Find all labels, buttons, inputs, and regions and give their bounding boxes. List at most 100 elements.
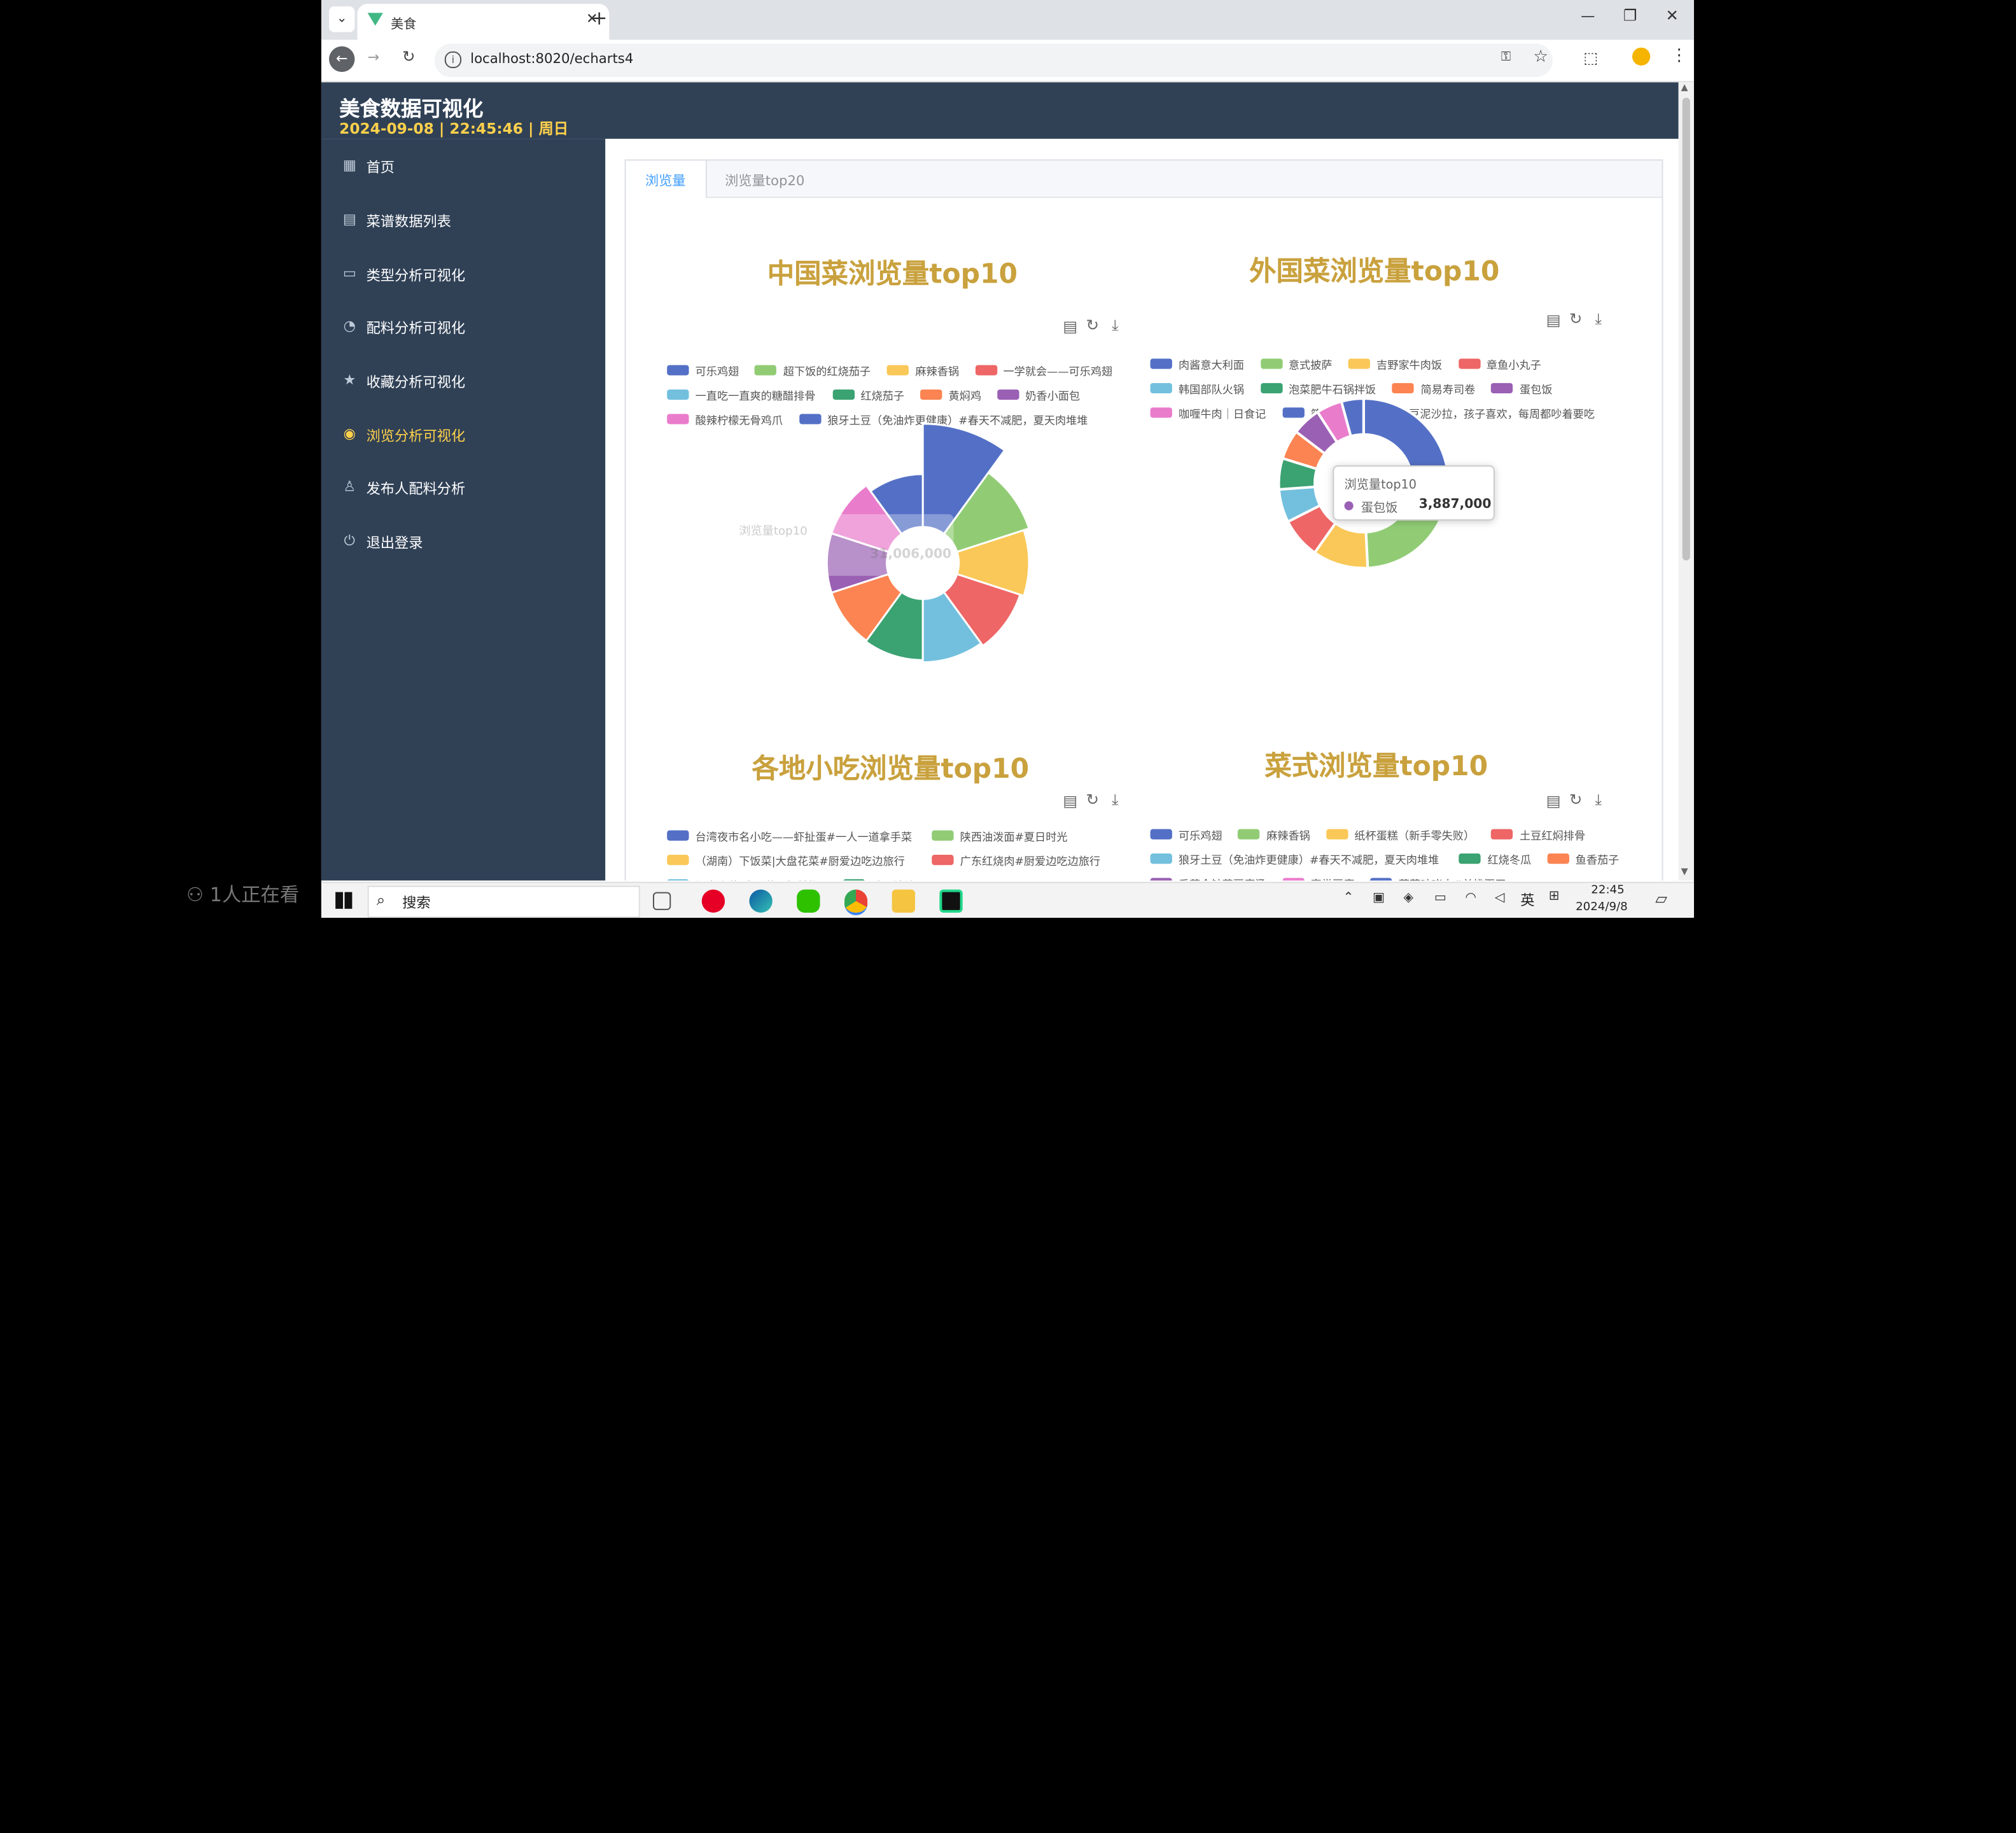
extensions-icon[interactable]: ⬚ (1583, 49, 1598, 67)
scroll-down-arrow[interactable]: ▼ (1681, 866, 1688, 876)
legend-swatch[interactable] (1459, 853, 1481, 864)
legend-label[interactable]: 家常豆腐 (1311, 876, 1355, 880)
tray-battery-icon[interactable]: ▭ (1434, 891, 1446, 905)
sidebar-item-label: 类型分析可视化 (366, 267, 466, 284)
legend-swatch[interactable] (932, 830, 954, 841)
taskbar-date[interactable]: 2024/9/8 (1576, 901, 1628, 914)
tooltip-marker (1344, 501, 1354, 510)
sidebar-item-type-analysis[interactable]: ▭ 类型分析可视化 (321, 249, 605, 302)
chart-tooltip: 浏览量top10 蛋包饭 3,887,000 (1333, 465, 1495, 521)
tooltip-value: 3,887,000 (1418, 497, 1492, 512)
tray-chevron-icon[interactable]: ⌃ (1343, 891, 1354, 905)
sidebar-item-publisher-analysis[interactable]: ♙ 发布人配料分析 (321, 463, 605, 516)
ime-indicator[interactable]: 英 (1520, 890, 1534, 910)
legend-label[interactable]: 土豆红焖排骨 (1520, 828, 1585, 843)
tray-network-icon[interactable]: ▣ (1373, 891, 1385, 905)
browser-tab[interactable]: 美食 ✕ (357, 4, 610, 40)
legend-swatch[interactable] (1326, 829, 1348, 839)
maximize-button[interactable]: ❐ (1623, 6, 1637, 24)
chart-rose-pie (825, 423, 1030, 664)
reload-button[interactable]: ↻ (402, 48, 415, 66)
tab-search-button[interactable]: ⌄ (329, 6, 355, 32)
sidebar-item-favorite-analysis[interactable]: ★ 收藏分析可视化 (321, 356, 605, 409)
legend-label[interactable]: 湖南小菜-皮蛋茄子擂辣椒 (696, 878, 820, 880)
tab-view-count[interactable]: 浏览量 (626, 160, 707, 199)
forward-button[interactable]: → (368, 49, 380, 66)
legend-label[interactable]: 麻辣香锅 (1266, 828, 1310, 843)
header-datetime: 2024-09-08 | 22:45:46 | 周日 (339, 119, 569, 138)
scroll-up-arrow[interactable]: ▲ (1681, 82, 1688, 92)
notification-icon[interactable]: ▱ (1655, 890, 1667, 908)
sidebar-item-recipe-list[interactable]: ▤ 菜谱数据列表 (321, 195, 605, 248)
sidebar-item-ingredient-analysis[interactable]: ◔ 配料分析可视化 (321, 302, 605, 355)
chart-chinese-top10: 中国菜浏览量top10 ▤ ↻ ⤓ 可乐鸡翅 超下饭的红烧茄子 麻辣香锅 一学就会——… (652, 238, 1133, 664)
legend-swatch[interactable] (1370, 878, 1392, 881)
close-window-button[interactable]: ✕ (1665, 6, 1678, 24)
legend-label[interactable]: 菠萝咕咾肉#单挑夏天 (1399, 876, 1506, 880)
edge-icon[interactable] (749, 889, 773, 913)
legend-label[interactable]: 纸杯蛋糕（新手零失败） (1354, 828, 1474, 843)
scroll-thumb[interactable] (1682, 97, 1690, 561)
tray-wifi-icon[interactable]: ◠ (1465, 891, 1476, 905)
legend-label[interactable]: 陕西油泼面 (872, 878, 927, 880)
legend-swatch[interactable] (667, 830, 689, 841)
minimize-button[interactable]: — (1581, 8, 1595, 24)
legend-swatch[interactable] (1282, 878, 1305, 881)
sidebar-item-logout[interactable]: ⏻ 退出登录 (321, 517, 605, 570)
legend-swatch[interactable] (1547, 853, 1569, 864)
legend-label[interactable]: 广东红烧肉#厨爱边吃边旅行 (960, 853, 1100, 869)
pycharm-icon[interactable] (939, 889, 963, 913)
legend-swatch[interactable] (932, 855, 954, 866)
tab-view-top20[interactable]: 浏览量top20 (706, 160, 822, 197)
chart-style-top10: 菜式浏览量top10 ▤ ↻ ⤓ 可乐鸡翅 麻辣香锅 纸杯蛋糕（新手零失败） 土豆红焖… (1140, 733, 1641, 881)
tray-app-icon[interactable]: ◈ (1403, 891, 1413, 905)
password-key-icon[interactable]: ⚿ (1501, 50, 1511, 64)
sidebar-item-view-analysis[interactable]: ◉ 浏览分析可视化 (321, 410, 605, 463)
monitor-icon: ▭ (342, 265, 356, 282)
windows-start-icon[interactable] (335, 892, 353, 909)
profile-icon[interactable] (1632, 47, 1651, 66)
url-text: localhost:8020/echarts4 (470, 51, 634, 67)
legend-label[interactable]: 红烧冬瓜 (1488, 852, 1532, 867)
taskbar-time[interactable]: 22:45 (1591, 885, 1624, 897)
file-explorer-icon[interactable] (892, 889, 915, 913)
legend-swatch[interactable] (1238, 829, 1261, 839)
user-icon: ♙ (343, 478, 356, 495)
legend-swatch[interactable] (1150, 878, 1172, 881)
main-content: 浏览量 浏览量top20 中国菜浏览量top10 ▤ ↻ ⤓ 可乐鸡翅 超下饭的红… (605, 139, 1679, 881)
legend-swatch[interactable] (667, 855, 689, 866)
ime-grid-icon[interactable]: ⊞ (1549, 890, 1560, 904)
bookmark-star-icon[interactable]: ☆ (1533, 48, 1548, 67)
sidebar: ▦ 首页 ▤ 菜谱数据列表 ▭ 类型分析可视化 ◔ 配料分析可视化 ★ 收藏分析… (321, 139, 606, 881)
omnibox[interactable]: i localhost:8020/echarts4 (434, 43, 1553, 78)
browser-window: ⌄ 美食 ✕ + — ❐ ✕ ← → ↻ i localhost:8020/ec… (321, 0, 1694, 917)
legend-swatch[interactable] (843, 879, 865, 881)
sidebar-item-label: 首页 (366, 159, 395, 176)
task-view-icon[interactable] (652, 892, 671, 910)
netease-music-icon[interactable] (701, 889, 725, 913)
site-info-icon[interactable]: i (444, 51, 462, 69)
wechat-icon[interactable] (797, 889, 820, 913)
sidebar-item-home[interactable]: ▦ 首页 (321, 141, 605, 194)
legend-swatch[interactable] (1150, 829, 1172, 839)
power-icon: ⏻ (344, 532, 356, 549)
tab-label: 浏览量top20 (725, 173, 805, 189)
legend-label[interactable]: 陕西油泼面#夏日时光 (960, 829, 1068, 845)
legend-label[interactable]: 狼牙土豆（免油炸更健康）#春天不减肥，夏天肉堆堆 (1179, 852, 1439, 867)
legend-swatch[interactable] (1150, 853, 1172, 864)
tray-volume-icon[interactable]: ◁ (1495, 891, 1505, 905)
legend-swatch[interactable] (667, 879, 689, 881)
legend-label[interactable]: 鱼香茄子 (1576, 852, 1620, 867)
legend-label[interactable]: 番茄金针菇豆腐汤 (1179, 876, 1266, 880)
browser-menu-icon[interactable]: ⋮ (1671, 46, 1688, 66)
back-button[interactable]: ← (329, 46, 355, 73)
sidebar-item-label: 菜谱数据列表 (366, 213, 451, 230)
legend-swatch[interactable] (1491, 829, 1513, 839)
page-scrollbar[interactable]: ▲ ▼ (1678, 82, 1694, 881)
legend-label[interactable]: 台湾夜市名小吃——虾扯蛋#一人一道拿手菜 (696, 829, 913, 845)
new-tab-button[interactable]: + (591, 6, 607, 29)
legend-label[interactable]: 可乐鸡翅 (1179, 828, 1222, 843)
chrome-icon[interactable] (844, 889, 868, 915)
taskbar-search[interactable]: ⌕ 搜索 (367, 885, 640, 918)
legend-label[interactable]: （湖南）下饭菜|大盘花菜#厨爱边吃边旅行 (696, 853, 905, 869)
